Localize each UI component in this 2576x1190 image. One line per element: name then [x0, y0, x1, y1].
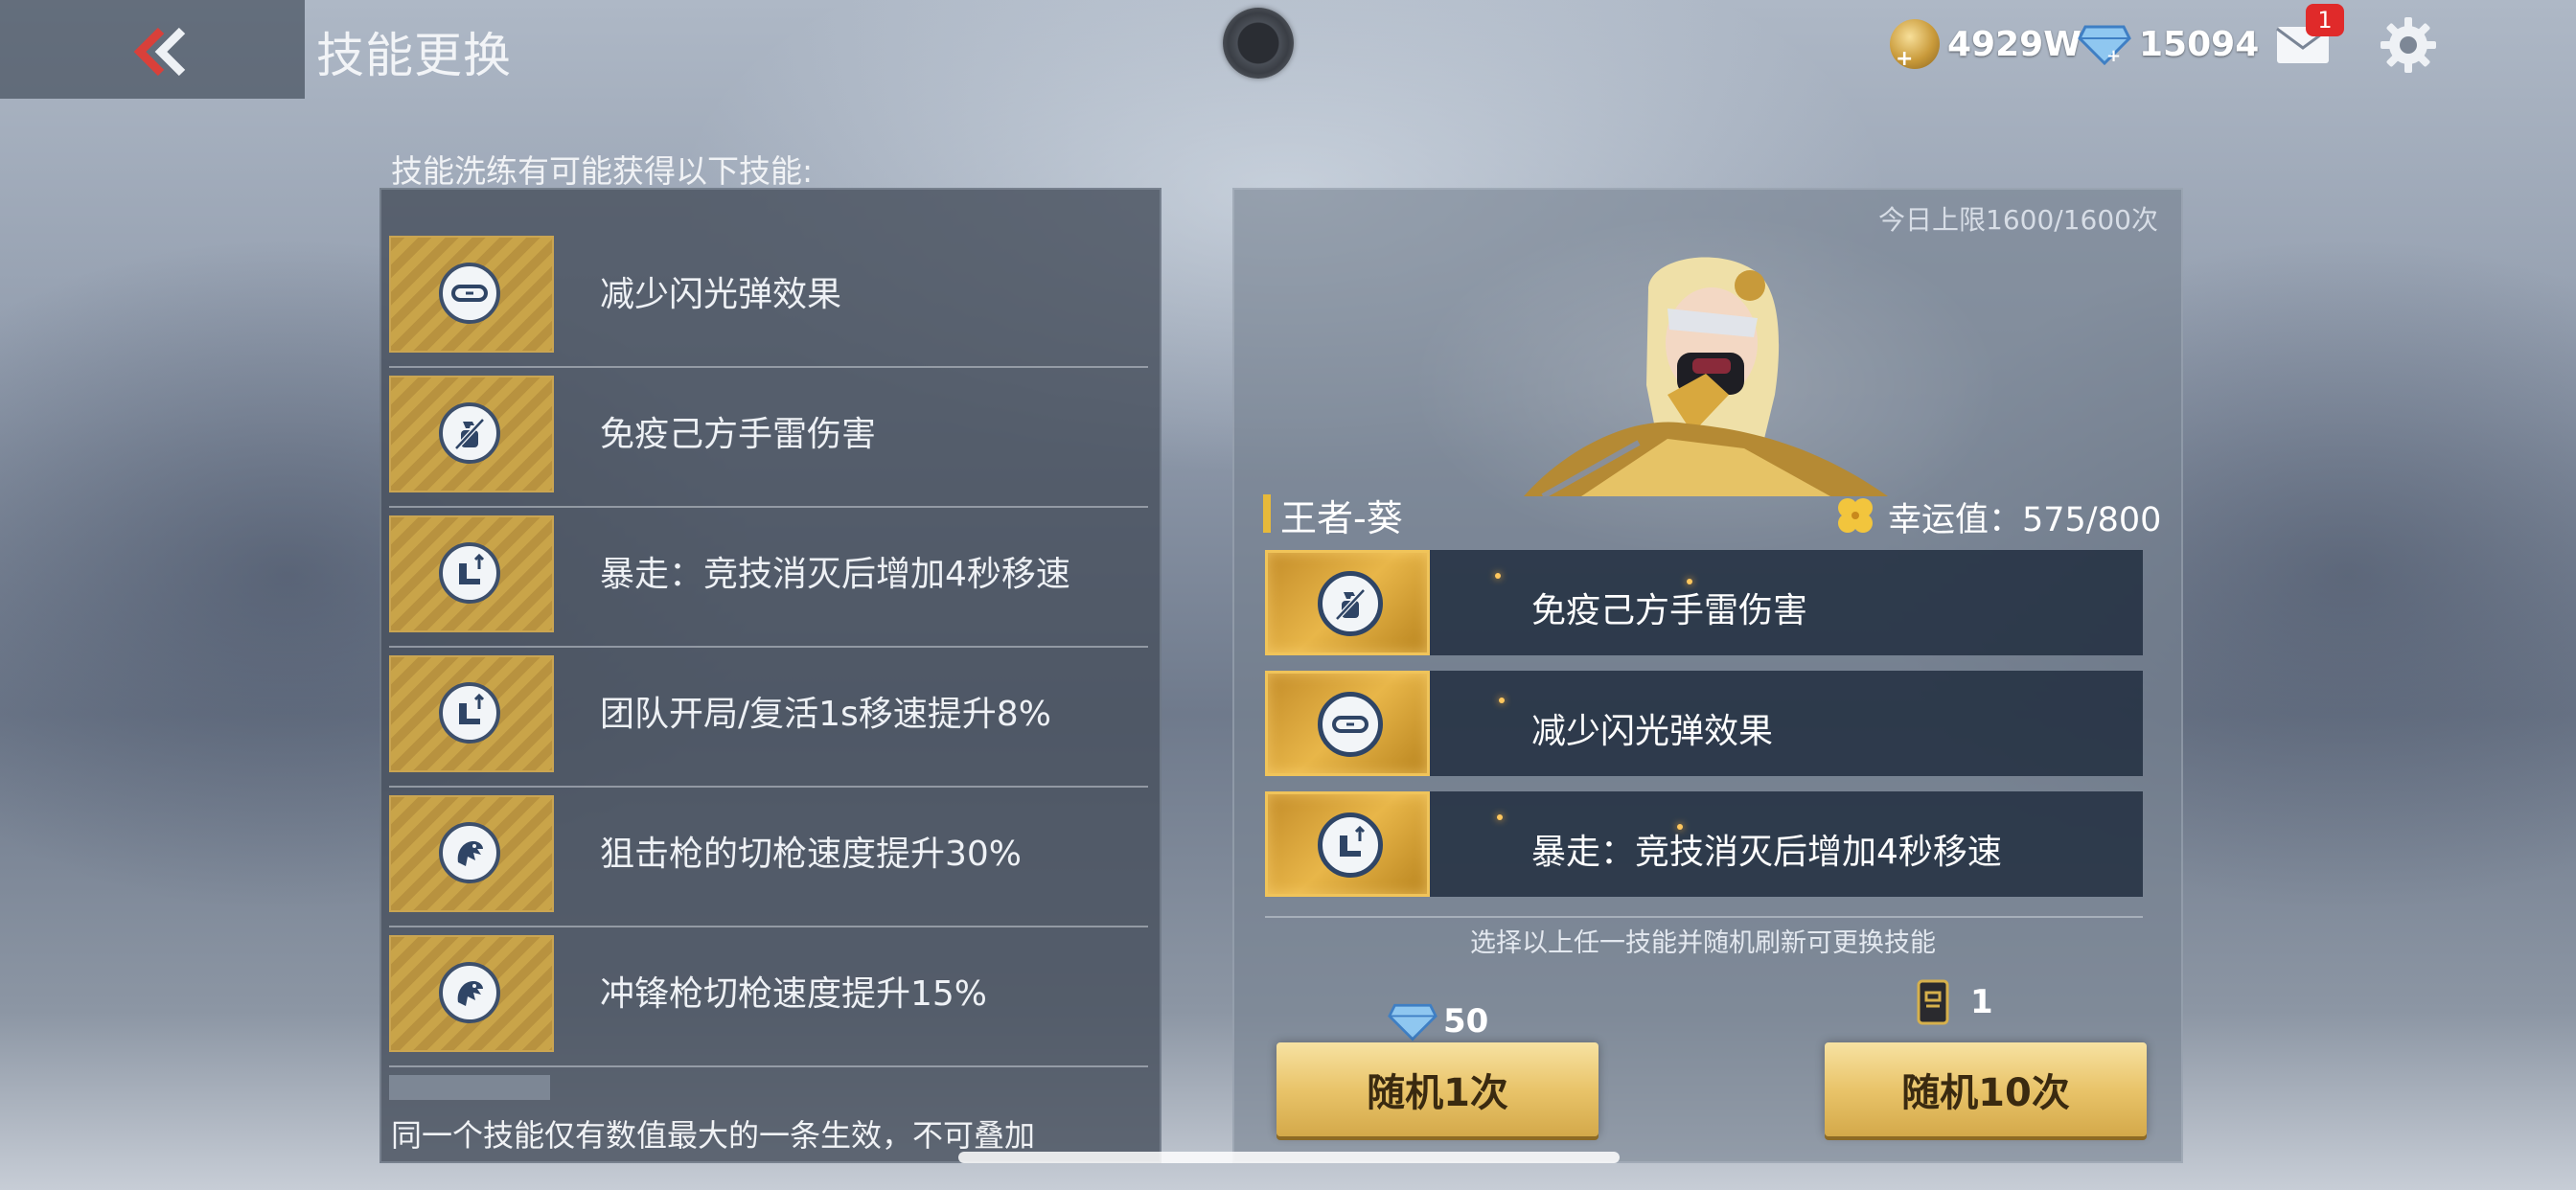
record-button[interactable]: [1223, 8, 1294, 79]
current-skill-slot[interactable]: 暴走：竞技消灭后增加4秒移速: [1265, 791, 2143, 897]
skill-label: 减少闪光弹效果: [600, 275, 842, 314]
goggles-icon: [1332, 716, 1368, 733]
boot-speed-icon: [457, 554, 485, 586]
dragon-icon: [457, 981, 483, 1006]
list-item-partial: [389, 1075, 550, 1100]
gear-icon[interactable]: [2379, 15, 2438, 75]
reroll-card-icon: [1917, 979, 1949, 1025]
cost-once: 50: [1388, 995, 1488, 1048]
diamond-currency[interactable]: + 15094: [2078, 17, 2259, 71]
list-item: 团队开局/复活1s移速提升8%: [389, 648, 1148, 788]
grenade-immune-icon: [450, 414, 489, 452]
chevron-left-icon[interactable]: [132, 25, 192, 79]
home-indicator[interactable]: [958, 1152, 1620, 1163]
reroll-ten-button[interactable]: 随机10次: [1825, 1042, 2147, 1136]
boot-speed-icon: [457, 694, 485, 726]
character-portrait: [1524, 257, 1888, 496]
gold-coin-icon: [1890, 19, 1940, 71]
diamond-amount: 15094: [2139, 24, 2260, 64]
character-name: 王者-葵: [1280, 497, 1403, 539]
boot-speed-icon: [1338, 826, 1366, 858]
gold-amount: 4929W: [1947, 24, 2082, 64]
current-skill-label: 减少闪光弹效果: [1531, 712, 1774, 751]
goggles-icon: [451, 285, 488, 302]
cost-ten: 1: [1913, 975, 1993, 1029]
reroll-hint: 选择以上任一技能并随机刷新可更换技能: [1470, 928, 1936, 958]
skill-pool-footer-note: 同一个技能仅有数值最大的一条生效，不可叠加: [391, 1117, 1036, 1154]
svg-text:+: +: [2106, 46, 2121, 65]
list-item: 狙击枪的切枪速度提升30%: [389, 788, 1148, 927]
mail-badge: 1: [2306, 4, 2344, 36]
skill-label: 免疫己方手雷伤害: [600, 415, 877, 454]
skill-label: 冲锋枪切枪速度提升15%: [600, 974, 988, 1014]
current-skill-label: 暴走：竞技消灭后增加4秒移速: [1531, 833, 2002, 872]
current-skill-slot[interactable]: 减少闪光弹效果: [1265, 671, 2143, 776]
daily-limit-text: 今日上限1600/1600次: [1878, 204, 2158, 236]
cost-once-amount: 50: [1443, 1002, 1489, 1041]
dragon-icon: [457, 841, 483, 866]
list-item: 冲锋枪切枪速度提升15%: [389, 927, 1148, 1067]
current-skill-label: 免疫己方手雷伤害: [1531, 591, 1808, 630]
luck-value: 幸运值：575/800: [1888, 501, 2162, 539]
skill-label: 暴走：竞技消灭后增加4秒移速: [600, 555, 1070, 594]
diamond-icon: +: [2078, 25, 2131, 65]
current-skill-slot[interactable]: 免疫己方手雷伤害: [1265, 550, 2143, 655]
skill-pool-caption: 技能洗练有可能获得以下技能:: [391, 152, 814, 190]
list-item: 暴走：竞技消灭后增加4秒移速: [389, 508, 1148, 648]
list-item: 免疫己方手雷伤害: [389, 368, 1148, 508]
skill-label: 团队开局/复活1s移速提升8%: [600, 695, 1051, 734]
reroll-once-button[interactable]: 随机1次: [1276, 1042, 1598, 1136]
grenade-immune-icon: [1331, 584, 1369, 623]
gold-currency[interactable]: 4929W: [1890, 17, 2082, 71]
skill-pool-list[interactable]: 减少闪光弹效果 免疫己方手雷伤害 暴走：竞技消灭后增加4秒移速 团队开局/复活1…: [380, 188, 1162, 1163]
page-title: 技能更换: [316, 28, 512, 83]
cost-ten-amount: 1: [1970, 983, 1993, 1021]
diamond-icon: [1388, 1003, 1438, 1041]
clover-icon: [1838, 498, 1873, 533]
skill-label: 狙击枪的切枪速度提升30%: [600, 835, 1023, 874]
list-item: 减少闪光弹效果: [389, 228, 1148, 368]
